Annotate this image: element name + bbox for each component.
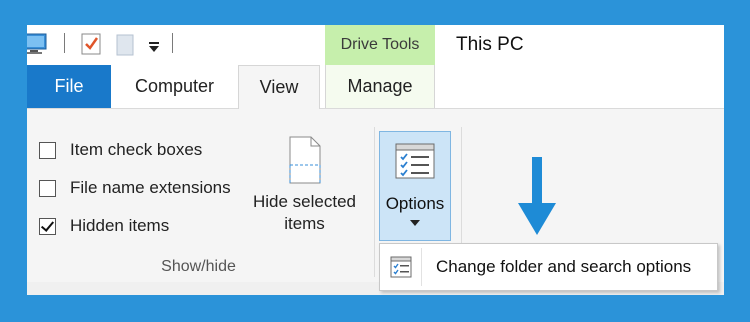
window-title: This PC [456, 34, 524, 55]
item-check-boxes-label: Item check boxes [70, 140, 203, 159]
item-check-boxes-option[interactable]: Item check boxes [39, 138, 202, 162]
properties-icon[interactable] [80, 32, 102, 56]
change-folder-and-search-options-item[interactable]: Change folder and search options [436, 244, 691, 290]
customize-qat-icon[interactable] [147, 41, 161, 53]
group-separator [374, 127, 375, 277]
item-check-boxes-checkbox[interactable] [39, 141, 56, 159]
hidden-items-checkbox[interactable] [39, 217, 56, 235]
options-button[interactable]: Options [379, 131, 451, 241]
hide-selected-items-icon [289, 136, 320, 184]
tab-computer[interactable]: Computer [111, 65, 238, 108]
folder-options-icon [390, 256, 412, 278]
file-name-extensions-option[interactable]: File name extensions [39, 176, 231, 200]
file-name-extensions-label: File name extensions [70, 178, 231, 197]
explorer-window: Drive Tools This PC File Computer View M… [27, 25, 724, 295]
new-folder-icon[interactable] [115, 33, 137, 57]
tab-manage[interactable]: Manage [325, 65, 435, 108]
hidden-items-option[interactable]: Hidden items [39, 214, 169, 238]
menu-icon-separator [421, 248, 422, 286]
title-bar: Drive Tools This PC [27, 25, 724, 65]
qat-separator [172, 33, 173, 53]
ribbon-tab-row: File Computer View Manage [27, 65, 724, 109]
show-hide-group-label: Show/hide [161, 258, 236, 275]
options-icon [395, 143, 435, 179]
this-pc-icon[interactable] [27, 33, 47, 55]
drive-tools-context-label: Drive Tools [325, 25, 435, 65]
group-separator [461, 127, 462, 247]
tab-view[interactable]: View [238, 65, 320, 109]
tab-file[interactable]: File [27, 65, 111, 108]
hide-selected-label-line1: Hide selected [252, 192, 356, 211]
qat-separator [64, 33, 65, 53]
hide-selected-items-button[interactable]: Hide selected items [242, 135, 367, 235]
options-dropdown-menu: Change folder and search options [379, 243, 718, 291]
options-label: Options [385, 194, 445, 213]
file-name-extensions-checkbox[interactable] [39, 179, 56, 197]
pointer-arrow-icon [518, 157, 556, 235]
chevron-down-icon [410, 220, 420, 226]
hide-selected-label-line2: items [284, 214, 325, 233]
hidden-items-label: Hidden items [70, 216, 170, 235]
